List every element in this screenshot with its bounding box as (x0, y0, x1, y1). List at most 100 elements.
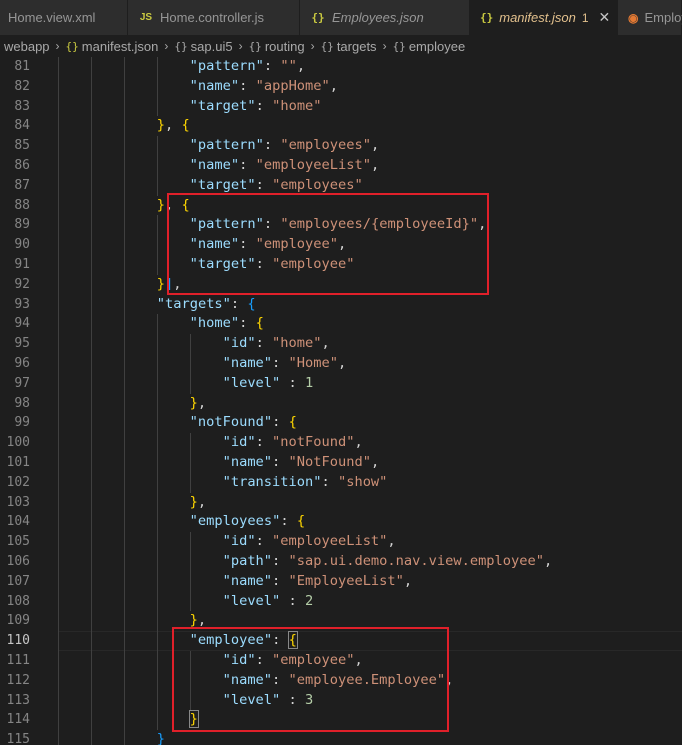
code-line[interactable]: 85 "pattern": "employees", (0, 136, 682, 156)
indent-guide (123, 492, 125, 513)
code-text: }], (157, 275, 182, 295)
code-line[interactable]: 106 "path": "sap.ui.demo.nav.view.employe… (0, 552, 682, 572)
tab-manifest-json[interactable]: {} manifest.json 1 ✕ (470, 0, 618, 35)
indent-guide (156, 631, 158, 651)
indent-guide (189, 334, 191, 354)
code-text: "id": "employee", (223, 651, 363, 671)
breadcrumb-item-sap-ui5[interactable]: {} sap.ui5 (174, 39, 232, 54)
indent-guide (90, 334, 92, 354)
code-line[interactable]: 97 "level" : 1 (0, 373, 682, 394)
line-number: 110 (6, 633, 30, 649)
code-line[interactable]: 96 "name": "Home", (0, 354, 682, 374)
json-key: "id" (222, 652, 256, 668)
tab-home-view-xml[interactable]: Home.view.xml (0, 0, 128, 35)
code-line[interactable]: 81 "pattern": "", (0, 57, 682, 77)
code-line[interactable]: 103}, (0, 492, 682, 513)
indent-guide (90, 235, 92, 255)
indent-guide (123, 314, 125, 335)
code-line[interactable]: 110 "employee": { (0, 631, 682, 651)
indent-guide (123, 453, 125, 473)
indent-guide (156, 314, 158, 335)
tab-employees-json[interactable]: {} Employees.json (300, 0, 470, 35)
code-line[interactable]: 84}, { (0, 116, 682, 137)
code-text: "target": "employees" (190, 176, 363, 196)
code-line[interactable]: 82 "name": "appHome", (0, 76, 682, 97)
punctuation: , (544, 553, 553, 569)
code-line[interactable]: 89 "pattern": "employees/{employeeId}", (0, 215, 682, 236)
code-line[interactable]: 101 "name": "NotFound", (0, 453, 682, 473)
code-line[interactable]: 94 "home": { (0, 314, 682, 335)
code-line[interactable]: 91 "target": "employee" (0, 255, 682, 275)
bracket: } (156, 196, 165, 213)
punctuation: , (296, 58, 306, 74)
code-text: "name": "NotFound", (223, 453, 380, 473)
bracket: { (296, 513, 306, 530)
indent-guide (90, 730, 92, 745)
json-string: "employees" (272, 176, 363, 193)
code-line[interactable]: 107 "name": "EmployeeList", (0, 571, 682, 592)
code-line[interactable]: 83 "target": "home" (0, 96, 682, 117)
indent-guide (90, 552, 92, 572)
code-line[interactable]: 93 "targets": { (0, 294, 682, 315)
code-text: "level" : 3 (223, 691, 314, 711)
code-line[interactable]: 111 "id": "employee", (0, 651, 682, 671)
tab-label: Employees.json (332, 10, 424, 25)
breadcrumb-item-webapp[interactable]: webapp (4, 39, 50, 54)
json-string: "employees" (280, 137, 371, 154)
line-number: 105 (6, 534, 30, 550)
code-line[interactable]: 109}, (0, 611, 682, 632)
code-line[interactable]: 114} (0, 710, 682, 731)
json-string: "employee" (255, 236, 339, 253)
indent-guide (189, 453, 191, 473)
line-number: 85 (14, 138, 30, 154)
code-editor[interactable]: 81 "pattern": "", 82 "name": "appHome", 83 "t… (0, 57, 682, 745)
code-line[interactable]: 115} (0, 730, 682, 745)
line-number: 112 (6, 672, 30, 688)
indent-guide (58, 532, 59, 552)
indent-guide (123, 690, 125, 711)
code-line[interactable]: 90 "name": "employee", (0, 235, 682, 255)
bracket: { (287, 631, 298, 650)
code-line[interactable]: 88}, { (0, 195, 682, 216)
indent-guide (90, 76, 92, 97)
code-text: } (157, 730, 165, 745)
bracket: { (255, 315, 264, 332)
code-line[interactable]: 102 "transition": "show" (0, 472, 682, 493)
tab-home-controller-js[interactable]: JS Home.controller.js (128, 0, 300, 35)
breadcrumb-item-routing[interactable]: {} routing (249, 39, 305, 54)
indent-guide (90, 96, 92, 117)
code-line[interactable]: 105 "id": "employeeList", (0, 532, 682, 552)
indent-guide (90, 116, 92, 137)
code-line[interactable]: 92}], (0, 274, 682, 295)
punctuation: : (263, 216, 281, 233)
code-line[interactable]: 100 "id": "notFound", (0, 433, 682, 453)
code-line[interactable]: 112 "name": "employee.Employee", (0, 670, 682, 691)
indent-guide (58, 116, 59, 137)
indent-guide (156, 215, 158, 236)
breadcrumb-item-manifest-json[interactable]: {} manifest.json (66, 39, 159, 54)
json-string: "sap.ui.demo.nav.view.employee" (288, 553, 544, 569)
indent-guide (90, 255, 92, 275)
line-number: 82 (14, 78, 30, 94)
indent-guide (90, 631, 92, 651)
code-line[interactable]: 86 "name": "employeeList", (0, 156, 682, 176)
close-icon[interactable]: ✕ (599, 9, 611, 26)
code-line[interactable]: 99 "notFound": { (0, 413, 682, 434)
breadcrumb-item-targets[interactable]: {} targets (321, 39, 377, 54)
punctuation: : (255, 97, 273, 114)
code-line[interactable]: 108 "level" : 2 (0, 591, 682, 612)
indent-guide (189, 433, 191, 453)
punctuation: , (370, 157, 380, 173)
code-line[interactable]: 95 "id": "home", (0, 334, 682, 354)
json-key: "target" (189, 97, 256, 114)
breadcrumb-item-employee[interactable]: {} employee (393, 39, 466, 54)
tab-employ[interactable]: ◉ Employ (618, 0, 682, 35)
code-line[interactable]: 98}, (0, 393, 682, 414)
json-key: "name" (189, 157, 240, 173)
code-line[interactable]: 113 "level" : 3 (0, 690, 682, 711)
indent-guide (156, 393, 158, 414)
code-line[interactable]: 104 "employees": { (0, 512, 682, 533)
indent-guide (58, 670, 59, 691)
indent-guide (90, 413, 92, 434)
code-line[interactable]: 87 "target": "employees" (0, 175, 682, 196)
